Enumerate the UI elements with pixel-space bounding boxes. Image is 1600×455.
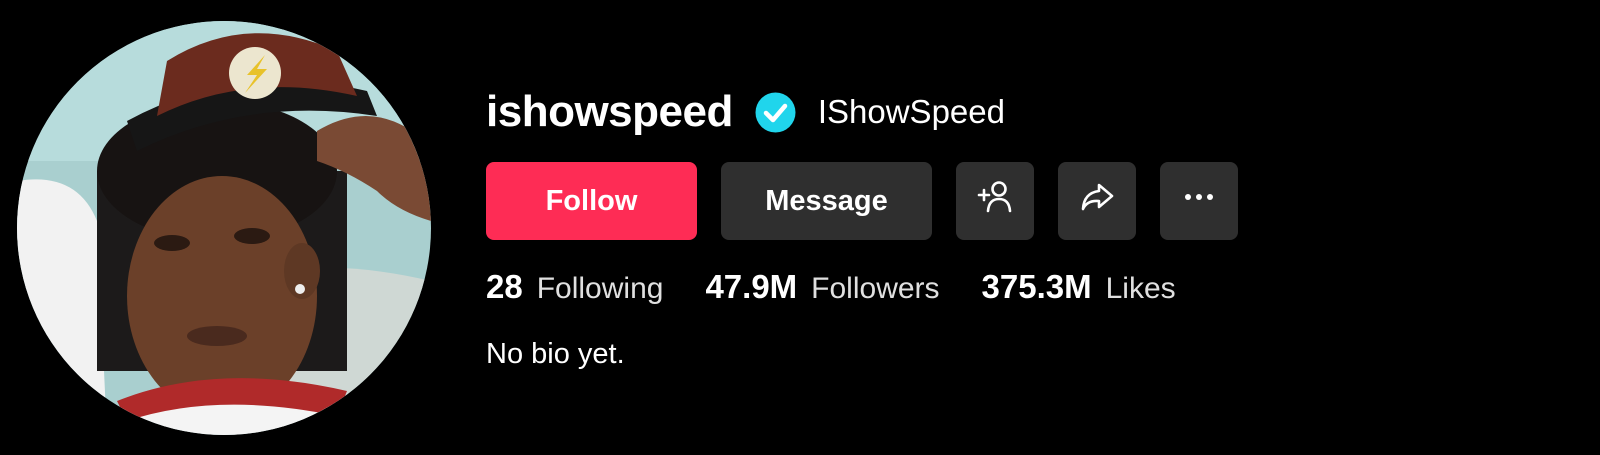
followers-label: Followers	[811, 272, 940, 305]
stats-row: 28 Following 47.9M Followers 375.3M Like…	[486, 268, 1566, 310]
bio: No bio yet.	[486, 338, 625, 370]
likes-stat: 375.3M Likes	[982, 268, 1176, 306]
more-button[interactable]	[1160, 162, 1238, 240]
verified-badge-icon	[755, 92, 796, 133]
share-icon	[1078, 178, 1116, 224]
add-friend-icon	[976, 178, 1014, 224]
share-button[interactable]	[1058, 162, 1136, 240]
following-stat[interactable]: 28 Following	[486, 268, 663, 306]
profile-info: ishowspeed IShowSpeed Follow Message 28 …	[486, 84, 1566, 371]
name-row: ishowspeed IShowSpeed	[486, 84, 1566, 140]
followers-count: 47.9M	[705, 268, 798, 305]
action-buttons: Follow Message	[486, 162, 1566, 240]
followers-stat[interactable]: 47.9M Followers	[705, 268, 939, 306]
likes-count: 375.3M	[981, 268, 1092, 305]
profile-photo	[17, 21, 431, 435]
add-friend-button[interactable]	[956, 162, 1034, 240]
profile-header: ishowspeed IShowSpeed Follow Message 28 …	[0, 0, 1600, 455]
following-count: 28	[486, 268, 523, 305]
following-label: Following	[536, 272, 664, 305]
avatar[interactable]	[17, 21, 431, 435]
message-button[interactable]: Message	[721, 162, 932, 240]
follow-button[interactable]: Follow	[486, 162, 697, 240]
display-name: IShowSpeed	[817, 93, 1005, 130]
likes-label: Likes	[1105, 272, 1176, 305]
more-icon	[1180, 178, 1218, 224]
username: ishowspeed	[486, 87, 733, 136]
